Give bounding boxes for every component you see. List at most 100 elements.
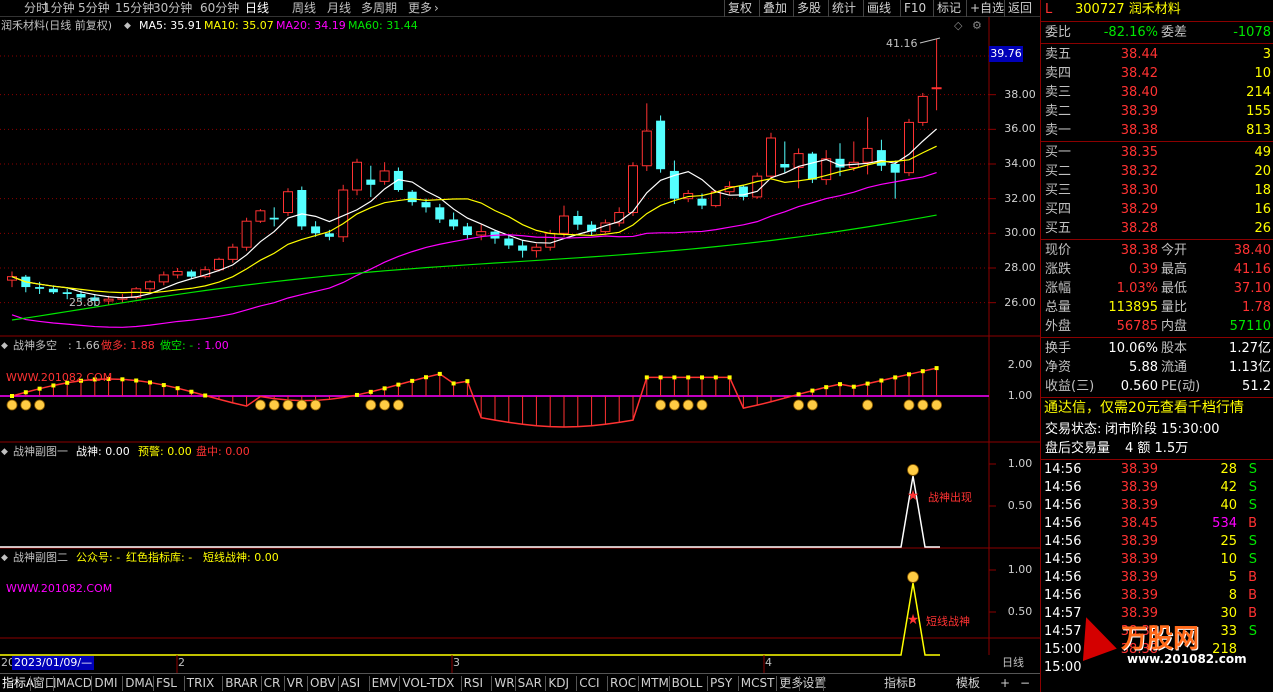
panel1-axis-label: 1.00	[1007, 389, 1033, 402]
panel2-dropdown-icon[interactable]: ◆	[1, 445, 8, 459]
stat-label: 外盘	[1045, 319, 1072, 334]
indicator-tab-21[interactable]: BOLL	[672, 674, 703, 692]
candle-body	[214, 258, 224, 271]
bottom-right-0[interactable]: 指标B	[884, 674, 916, 692]
stat-label: 最低	[1161, 281, 1188, 296]
tick-row: 14:56 38.39 5 B	[1041, 569, 1273, 587]
bottom-right-1[interactable]: 模板	[956, 674, 980, 692]
indicator-tab-23[interactable]: MCST	[741, 674, 775, 692]
candle-body	[338, 189, 349, 238]
toolbar-right-4[interactable]: 画线	[867, 0, 891, 17]
indicator-tab-13[interactable]: VOL-TDX	[402, 674, 454, 692]
period-tab-2[interactable]: 5分钟	[78, 0, 110, 17]
period-tab-9[interactable]: 多周期	[361, 0, 397, 17]
bid-row: 买三 38.30 18	[1041, 181, 1273, 200]
panel1-title: 战神多空	[13, 339, 57, 352]
indicator-tab-9[interactable]: VR	[287, 674, 304, 692]
indicator-tab-7[interactable]: BRAR	[225, 674, 258, 692]
indicator-tab-10[interactable]: OBV	[310, 674, 336, 692]
money-bag-icon	[696, 399, 708, 411]
stat-value: 57110	[1229, 319, 1271, 334]
panel1-dot	[134, 378, 139, 383]
stat-row: 涨幅 1.03% 最低 37.10	[1041, 279, 1273, 298]
period-tab-5[interactable]: 60分钟	[200, 0, 239, 17]
indicator-tab-4[interactable]: DMA	[125, 674, 153, 692]
indicator-tab-11[interactable]: ASI	[341, 674, 360, 692]
indicator-tab-2[interactable]: MACD	[56, 674, 92, 692]
stat-value: 0.39	[1129, 262, 1158, 277]
price-axis-label: 30.00	[1004, 226, 1036, 240]
panel3-signal-label: 短线战神	[926, 615, 970, 628]
bottom-right-2[interactable]: +	[1000, 674, 1010, 692]
panel3-dropdown-icon[interactable]: ◆	[1, 551, 8, 565]
indicator-tab-16[interactable]: SAR	[518, 674, 542, 692]
bottom-right-3[interactable]: −	[1020, 674, 1030, 692]
toolbar-right-6[interactable]: 标记	[937, 0, 961, 17]
tab-divider	[576, 676, 578, 691]
period-tab-10[interactable]: 更多	[408, 0, 432, 17]
period-tab-6[interactable]: 日线	[245, 0, 269, 17]
panel2-value-a: 战神: 0.00	[76, 445, 130, 458]
ask-volume: 214	[1246, 85, 1271, 100]
ask-volume: 3	[1262, 47, 1271, 62]
indicator-tab-15[interactable]: WR	[494, 674, 514, 692]
indicator-tab-5[interactable]: FSL	[156, 674, 177, 692]
gear-icon[interactable]: ⚙	[972, 19, 982, 33]
promo-link[interactable]: 通达信，仅需20元查看千档行情	[1041, 399, 1273, 418]
tab-divider	[514, 676, 516, 691]
panel1-dot	[203, 393, 208, 398]
indicator-tab-3[interactable]: DMI	[94, 674, 117, 692]
period-tab-1[interactable]: 1分钟	[43, 0, 75, 17]
xaxis-period[interactable]: 日线	[1002, 656, 1024, 670]
stat-label: 总量	[1045, 300, 1072, 315]
money-bag-icon	[254, 399, 266, 411]
stat2-row: 收益(三) 0.560 PE(动) 51.2	[1041, 377, 1273, 396]
stat-label: 最高	[1161, 262, 1188, 277]
panel1-dropdown-icon[interactable]: ◆	[1, 339, 8, 353]
tab-divider	[822, 676, 824, 691]
period-tab-8[interactable]: 月线	[327, 0, 351, 17]
toolbar-right-7[interactable]: +自选	[970, 0, 1004, 17]
tick-price: 38.45	[1120, 516, 1158, 531]
indicator-tab-14[interactable]: RSI	[464, 674, 484, 692]
toolbar-right-2[interactable]: 多股	[797, 0, 821, 17]
indicator-tab-6[interactable]: TRIX	[187, 674, 214, 692]
stat-value: 41.16	[1233, 262, 1271, 277]
panel1-dot	[796, 392, 801, 397]
chart-area[interactable]: ★★	[0, 17, 1040, 673]
toolbar-right-5[interactable]: F10	[904, 0, 926, 17]
toolbar-divider	[933, 0, 934, 17]
tick-time: 14:56	[1044, 588, 1082, 603]
legend-dropdown-icon[interactable]: ◆	[124, 19, 131, 33]
stat-label: 涨幅	[1045, 281, 1072, 296]
period-tab-3[interactable]: 15分钟	[115, 0, 154, 17]
indicator-tab-8[interactable]: CR	[264, 674, 281, 692]
panel1-dot	[879, 378, 884, 383]
toolbar-right-8[interactable]: 返回	[1008, 0, 1032, 17]
panel1-dot	[10, 394, 14, 398]
toolbar-right-1[interactable]: 叠加	[763, 0, 787, 17]
panel1-dot	[713, 375, 718, 380]
indicator-tab-18[interactable]: CCI	[579, 674, 599, 692]
toolbar-right-3[interactable]: 统计	[832, 0, 856, 17]
indicator-tab-22[interactable]: PSY	[710, 674, 732, 692]
candle-body	[435, 207, 445, 220]
indicator-tab-19[interactable]: ROC	[610, 674, 636, 692]
ask-price: 38.44	[1120, 47, 1158, 62]
bid-volume: 26	[1254, 221, 1271, 236]
indicator-tab-17[interactable]: KDJ	[548, 674, 569, 692]
panel1-dot	[672, 375, 677, 380]
tab-divider	[307, 676, 308, 691]
panel2-value-c: 盘中: 0.00	[196, 445, 250, 458]
tab-divider	[707, 676, 708, 691]
candle-body	[172, 270, 183, 276]
toolbar-right-0[interactable]: 复权	[728, 0, 752, 17]
chevron-right-icon[interactable]: ›	[434, 0, 439, 17]
indicator-tab-20[interactable]: MTM	[641, 674, 669, 692]
indicator-tab-12[interactable]: EMV	[372, 674, 398, 692]
period-tab-7[interactable]: 周线	[292, 0, 316, 17]
money-bag-icon	[310, 399, 322, 411]
diamond-icon[interactable]: ◇	[954, 19, 962, 33]
period-tab-4[interactable]: 30分钟	[153, 0, 192, 17]
candle-body	[283, 191, 293, 214]
